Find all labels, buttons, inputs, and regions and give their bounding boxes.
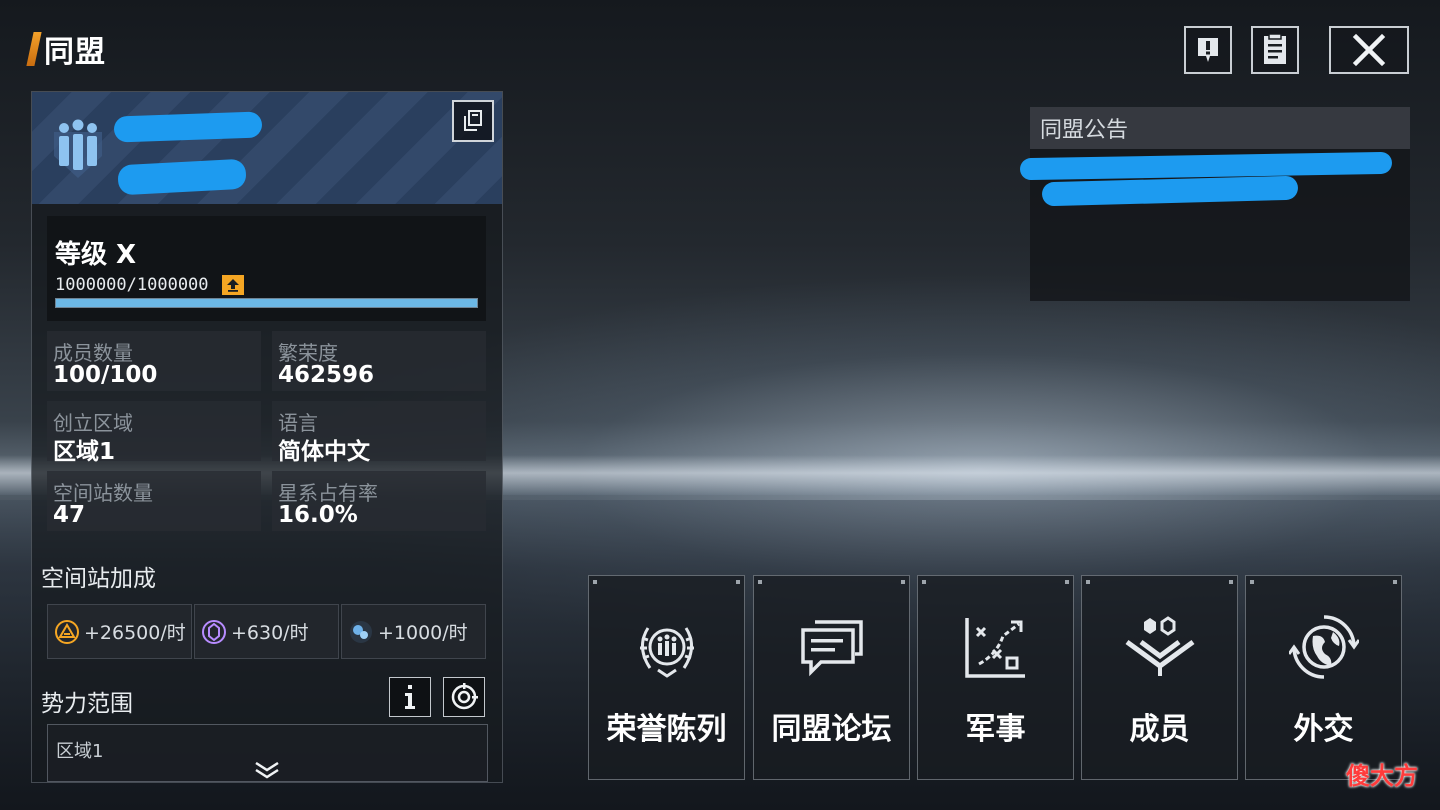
nav-diplomacy[interactable]: 外交 [1245,575,1402,780]
nav-icon-wrap [957,608,1035,686]
station-bonus-title: 空间站加成 [41,566,156,592]
nav-alliance-forum[interactable]: 同盟论坛 [753,575,910,780]
nav-icon-wrap [793,608,871,686]
corner-mark [593,580,597,584]
stat-value: 区域1 [53,439,116,465]
close-button[interactable] [1329,26,1409,74]
corner-mark [1393,580,1397,584]
redacted-announcement-line [1041,175,1299,207]
nav-icon-wrap [1285,608,1363,686]
chevron-down-icon[interactable] [254,761,280,779]
exp-progress-bar [55,298,478,308]
territory-list[interactable]: 区域1 [47,724,488,782]
stat-galaxy-occupancy: 星系占有率 16.0% [272,471,486,531]
info-button[interactable] [389,677,431,717]
bonus-resource-a: +26500/时 [47,604,192,659]
nav-icon-wrap [628,608,706,686]
alliance-level-box: 等级 X 1000000/1000000 [47,216,486,321]
corner-mark [1065,580,1069,584]
corner-mark [1229,580,1233,584]
station-bonus-list: +26500/时 +630/时 +1000/时 [47,604,486,659]
stat-value: 47 [53,502,86,528]
military-tactics-icon [965,618,1025,678]
nav-label: 成员 [1129,712,1190,747]
announcement-panel: 同盟公告 [1019,107,1410,301]
alliance-info-panel: 等级 X 1000000/1000000 成员数量 100/100 繁荣度 46… [31,91,503,783]
stat-value: 100/100 [53,362,158,388]
stat-value: 462596 [278,362,375,388]
corner-mark [736,580,740,584]
upgrade-button[interactable] [222,275,244,295]
upgrade-arrow-icon [227,279,239,292]
alliance-header [32,92,502,204]
locate-target-icon [451,683,478,710]
bonus-value: +1000/时 [378,622,468,644]
territory-title: 势力范围 [41,691,133,717]
nav-military[interactable]: 军事 [917,575,1074,780]
info-icon [405,685,415,709]
copy-icon [464,110,482,131]
nav-label: 外交 [1293,712,1354,747]
corner-mark [1250,580,1254,584]
stat-founding-region: 创立区域 区域1 [47,401,261,465]
page-title: 同盟 [26,30,106,70]
close-icon [1352,33,1386,67]
forum-chat-icon [801,620,863,677]
alliance-emblem-icon [54,119,102,178]
nav-members[interactable]: 成员 [1081,575,1238,780]
corner-mark [758,580,762,584]
bonus-resource-b: +630/时 [194,604,339,659]
log-button[interactable] [1251,26,1299,74]
watermark-text: 傻大方 [1346,762,1418,790]
announcement-title: 同盟公告 [1030,107,1410,149]
resource-c-icon [350,620,372,643]
title-accent-bar [26,32,42,66]
bonus-value: +630/时 [231,622,309,644]
stat-prosperity: 繁荣度 462596 [272,331,486,391]
log-list-icon [1264,34,1286,64]
corner-mark [922,580,926,584]
locate-territory-button[interactable] [443,677,485,717]
members-icon [1125,616,1195,676]
redacted-alliance-name [113,111,263,143]
stat-value: 简体中文 [278,439,370,465]
report-button[interactable] [1184,26,1232,74]
nav-honor-display[interactable]: 荣誉陈列 [588,575,745,780]
exclamation-icon [1198,38,1218,62]
corner-mark [901,580,905,584]
territory-item: 区域1 [56,741,104,762]
copy-button[interactable] [452,100,494,142]
stat-member-count: 成员数量 100/100 [47,331,261,391]
resource-a-icon [55,619,79,644]
exp-progress-fill [56,299,477,307]
stat-value: 16.0% [278,502,358,528]
stat-station-count: 空间站数量 47 [47,471,261,531]
redacted-announcement-line [1019,151,1393,181]
resource-b-icon [202,619,226,644]
bonus-resource-c: +1000/时 [341,604,486,659]
stat-language: 语言 简体中文 [272,401,486,465]
bonus-value: +26500/时 [84,622,186,644]
redacted-alliance-tag [117,158,247,196]
nav-label: 同盟论坛 [771,712,892,747]
nav-label: 荣誉陈列 [606,712,727,747]
page-title-text: 同盟 [44,35,106,70]
honor-laurel-icon [640,627,694,678]
level-label: 等级 X [55,240,137,270]
diplomacy-globe-icon [1289,615,1359,679]
exp-text: 1000000/1000000 [55,275,209,295]
nav-label: 军事 [965,712,1026,747]
nav-icon-wrap [1121,608,1199,686]
corner-mark [1086,580,1090,584]
